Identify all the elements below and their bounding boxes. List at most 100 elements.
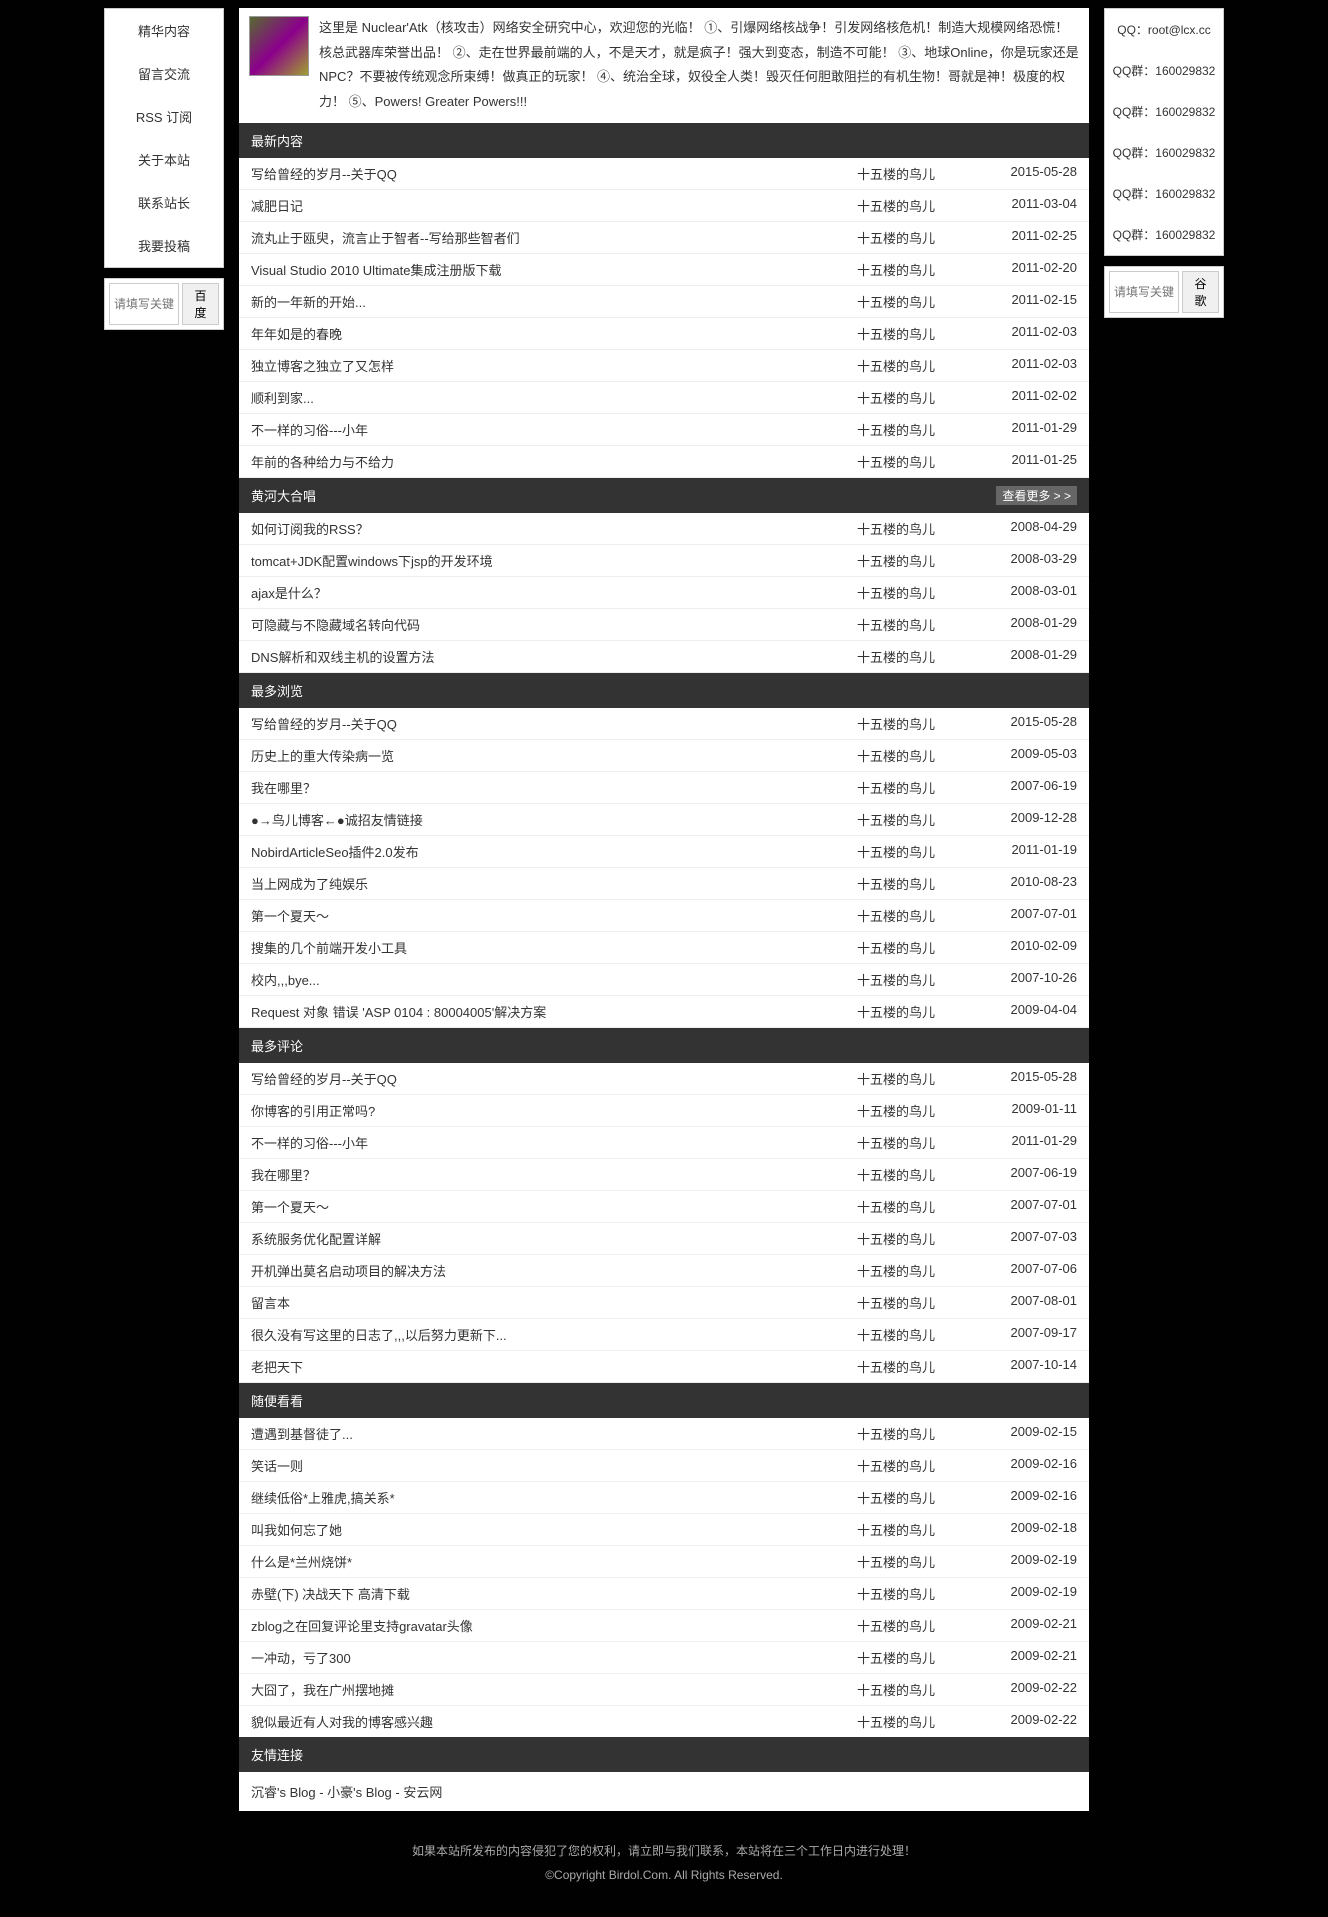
info-qq-group-4: QQ群：160029832: [1105, 173, 1223, 214]
item-date: 2007-08-01: [977, 1293, 1077, 1312]
list-item[interactable]: 新的一年新的开始...十五楼的鸟儿2011-02-15: [239, 286, 1089, 318]
list-item[interactable]: 年年如是的春晚十五楼的鸟儿2011-02-03: [239, 318, 1089, 350]
list-item[interactable]: 第一个夏天～十五楼的鸟儿2007-07-01: [239, 900, 1089, 932]
nav-item-about[interactable]: 关于本站: [105, 138, 223, 181]
item-date: 2007-07-01: [977, 906, 1077, 925]
item-title: 笑话一则: [251, 1456, 857, 1475]
list-item[interactable]: ajax是什么？十五楼的鸟儿2008-03-01: [239, 577, 1089, 609]
item-date: 2009-02-19: [977, 1584, 1077, 1603]
list-item[interactable]: 系统服务优化配置详解十五楼的鸟儿2007-07-03: [239, 1223, 1089, 1255]
list-item[interactable]: 赤壁(下) 决战天下 高清下载十五楼的鸟儿2009-02-19: [239, 1578, 1089, 1610]
section-title: 最多浏览: [239, 673, 1089, 708]
item-author: 十五楼的鸟儿: [857, 1133, 977, 1152]
site-logo-icon: [249, 16, 309, 76]
item-author: 十五楼的鸟儿: [857, 1648, 977, 1667]
list-item[interactable]: zblog之在回复评论里支持gravatar头像十五楼的鸟儿2009-02-21: [239, 1610, 1089, 1642]
right-sidebar: QQ：root@lcx.cc QQ群：160029832 QQ群：1600298…: [1104, 8, 1224, 318]
left-search-button[interactable]: 百度: [182, 283, 219, 325]
list-item[interactable]: tomcat+JDK配置windows下jsp的开发环境十五楼的鸟儿2008-0…: [239, 545, 1089, 577]
item-author: 十五楼的鸟儿: [857, 970, 977, 989]
list-item[interactable]: 笑话一则十五楼的鸟儿2009-02-16: [239, 1450, 1089, 1482]
info-qq-group-5: QQ群：160029832: [1105, 214, 1223, 255]
right-search-button[interactable]: 谷歌: [1182, 271, 1219, 313]
item-title: 顺利到家...: [251, 388, 857, 407]
list-item[interactable]: 可隐藏与不隐藏域名转向代码十五楼的鸟儿2008-01-29: [239, 609, 1089, 641]
list-item[interactable]: 写给曾经的岁月--关于QQ十五楼的鸟儿2015-05-28: [239, 708, 1089, 740]
list-item[interactable]: 搜集的几个前端开发小工具十五楼的鸟儿2010-02-09: [239, 932, 1089, 964]
info-qq-group-3: QQ群：160029832: [1105, 132, 1223, 173]
list-item[interactable]: 第一个夏天～十五楼的鸟儿2007-07-01: [239, 1191, 1089, 1223]
list-item[interactable]: 我在哪里？十五楼的鸟儿2007-06-19: [239, 1159, 1089, 1191]
list-item[interactable]: 写给曾经的岁月--关于QQ十五楼的鸟儿2015-05-28: [239, 1063, 1089, 1095]
list-item[interactable]: 继续低俗*上雅虎,搞关系*十五楼的鸟儿2009-02-16: [239, 1482, 1089, 1514]
list-item[interactable]: 叫我如何忘了她十五楼的鸟儿2009-02-18: [239, 1514, 1089, 1546]
list-item[interactable]: 流丸止于瓯臾，流言止于智者--写给那些智者们十五楼的鸟儿2011-02-25: [239, 222, 1089, 254]
item-title: 校内,,,bye...: [251, 970, 857, 989]
section-title: 最多评论: [239, 1028, 1089, 1063]
nav-item-rss[interactable]: RSS 订阅: [105, 95, 223, 138]
nav-item-jinghua[interactable]: 精华内容: [105, 9, 223, 52]
item-date: 2011-03-04: [977, 196, 1077, 215]
list-item[interactable]: 写给曾经的岁月--关于QQ十五楼的鸟儿2015-05-28: [239, 158, 1089, 190]
item-title: NobirdArticleSeo插件2.0发布: [251, 842, 857, 861]
list-item[interactable]: 不一样的习俗---小年十五楼的鸟儿2011-01-29: [239, 1127, 1089, 1159]
list-item[interactable]: 不一样的习俗---小年十五楼的鸟儿2011-01-29: [239, 414, 1089, 446]
nav-item-contact[interactable]: 联系站长: [105, 181, 223, 224]
list-item[interactable]: 很久没有写这里的日志了,,,以后努力更新下...十五楼的鸟儿2007-09-17: [239, 1319, 1089, 1351]
item-date: 2007-06-19: [977, 1165, 1077, 1184]
info-qq: QQ：root@lcx.cc: [1105, 9, 1223, 50]
right-search-input[interactable]: [1109, 271, 1179, 313]
list-item[interactable]: 年前的各种给力与不给力十五楼的鸟儿2011-01-25: [239, 446, 1089, 478]
item-title: 你博客的引用正常吗?: [251, 1101, 857, 1120]
list-item[interactable]: 历史上的重大传染病一览十五楼的鸟儿2009-05-03: [239, 740, 1089, 772]
item-author: 十五楼的鸟儿: [857, 1456, 977, 1475]
nav-item-liuyan[interactable]: 留言交流: [105, 52, 223, 95]
item-title: 不一样的习俗---小年: [251, 1133, 857, 1152]
item-title: 年年如是的春晚: [251, 324, 857, 343]
list-item[interactable]: 独立博客之独立了又怎样十五楼的鸟儿2011-02-03: [239, 350, 1089, 382]
item-title: 减肥日记: [251, 196, 857, 215]
item-author: 十五楼的鸟儿: [857, 388, 977, 407]
list-item[interactable]: 遭遇到基督徒了...十五楼的鸟儿2009-02-15: [239, 1418, 1089, 1450]
list-item[interactable]: 什么是*兰州烧饼*十五楼的鸟儿2009-02-19: [239, 1546, 1089, 1578]
list-item[interactable]: 当上网成为了纯娱乐十五楼的鸟儿2010-08-23: [239, 868, 1089, 900]
left-search-input[interactable]: [109, 283, 179, 325]
item-author: 十五楼的鸟儿: [857, 938, 977, 957]
list-item[interactable]: 校内,,,bye...十五楼的鸟儿2007-10-26: [239, 964, 1089, 996]
item-title: 我在哪里？: [251, 1165, 857, 1184]
list-item[interactable]: 减肥日记十五楼的鸟儿2011-03-04: [239, 190, 1089, 222]
list-item[interactable]: 顺利到家...十五楼的鸟儿2011-02-02: [239, 382, 1089, 414]
item-author: 十五楼的鸟儿: [857, 778, 977, 797]
nav-item-submit[interactable]: 我要投稿: [105, 224, 223, 267]
item-title: 继续低俗*上雅虎,搞关系*: [251, 1488, 857, 1507]
list-item[interactable]: DNS解析和双线主机的设置方法十五楼的鸟儿2008-01-29: [239, 641, 1089, 673]
item-author: 十五楼的鸟儿: [857, 292, 977, 311]
item-title: 貌似最近有人对我的博客感兴趣: [251, 1712, 857, 1731]
list-item[interactable]: 开机弹出莫名启动项目的解决方法十五楼的鸟儿2007-07-06: [239, 1255, 1089, 1287]
item-author: 十五楼的鸟儿: [857, 1680, 977, 1699]
item-date: 2009-02-15: [977, 1424, 1077, 1443]
item-date: 2009-02-19: [977, 1552, 1077, 1571]
list-item[interactable]: 大囧了，我在广州摆地摊十五楼的鸟儿2009-02-22: [239, 1674, 1089, 1706]
list-item[interactable]: Visual Studio 2010 Ultimate集成注册版下载十五楼的鸟儿…: [239, 254, 1089, 286]
item-author: 十五楼的鸟儿: [857, 1293, 977, 1312]
list-item[interactable]: 如何订阅我的RSS？十五楼的鸟儿2008-04-29: [239, 513, 1089, 545]
list-item[interactable]: ●→鸟儿博客←●诚招友情链接十五楼的鸟儿2009-12-28: [239, 804, 1089, 836]
list-item[interactable]: 你博客的引用正常吗?十五楼的鸟儿2009-01-11: [239, 1095, 1089, 1127]
list-item[interactable]: 老把天下十五楼的鸟儿2007-10-14: [239, 1351, 1089, 1383]
item-author: 十五楼的鸟儿: [857, 164, 977, 183]
more-link[interactable]: 查看更多 > >: [996, 486, 1077, 505]
list-item[interactable]: 貌似最近有人对我的博客感兴趣十五楼的鸟儿2009-02-22: [239, 1706, 1089, 1737]
list-item[interactable]: Request 对象 错误 'ASP 0104 : 80004005'解决方案十…: [239, 996, 1089, 1028]
list-item[interactable]: NobirdArticleSeo插件2.0发布十五楼的鸟儿2011-01-19: [239, 836, 1089, 868]
item-title: DNS解析和双线主机的设置方法: [251, 647, 857, 666]
list-item[interactable]: 一冲动，亏了300十五楼的鸟儿2009-02-21: [239, 1642, 1089, 1674]
item-date: 2008-01-29: [977, 615, 1077, 634]
item-title: 搜集的几个前端开发小工具: [251, 938, 857, 957]
item-date: 2007-07-03: [977, 1229, 1077, 1248]
list-item[interactable]: 留言本十五楼的鸟儿2007-08-01: [239, 1287, 1089, 1319]
list-item[interactable]: 我在哪里？十五楼的鸟儿2007-06-19: [239, 772, 1089, 804]
item-date: 2010-02-09: [977, 938, 1077, 957]
item-date: 2010-08-23: [977, 874, 1077, 893]
item-date: 2009-02-16: [977, 1488, 1077, 1507]
